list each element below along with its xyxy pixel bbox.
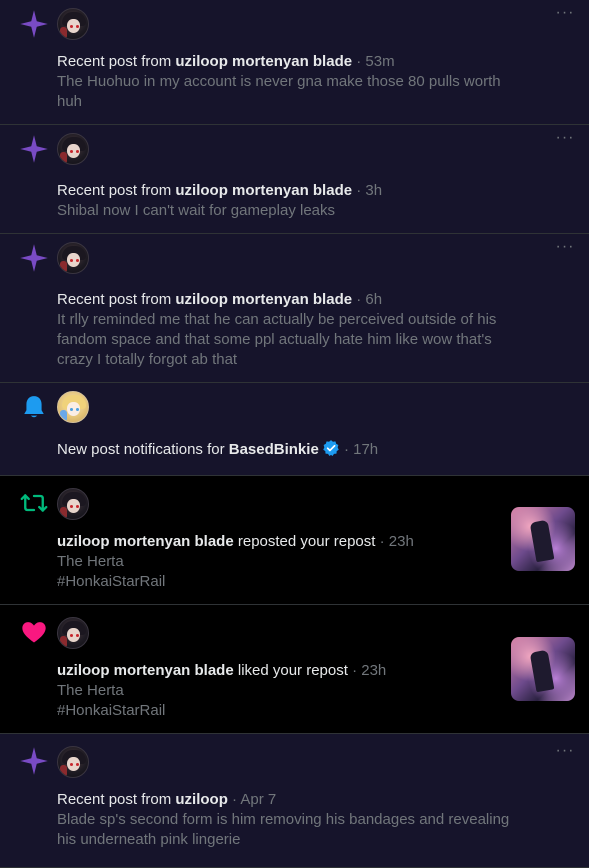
notification-repost[interactable]: uziloop mortenyan blade reposted your re… [0, 476, 589, 605]
post-text-line[interactable]: The Herta [57, 681, 527, 701]
notification-like[interactable]: uziloop mortenyan blade liked your repos… [0, 605, 589, 734]
post-text[interactable]: It rlly reminded me that he can actually… [57, 310, 527, 370]
user-name[interactable]: uziloop [175, 791, 228, 808]
repost-icon [18, 488, 50, 518]
avatar[interactable] [57, 133, 89, 165]
notification-prefix: Recent post from [57, 182, 176, 199]
notification-prefix: Recent post from [57, 791, 176, 808]
notification-recent-post[interactable]: ··· Recent post from uziloop · Apr 7 Bla… [0, 734, 589, 868]
notification-header: Recent post from uziloop mortenyan blade… [57, 181, 382, 201]
notification-header: New post notifications for BasedBinkie ·… [57, 439, 378, 460]
sparkle-icon [18, 9, 50, 39]
avatar[interactable] [57, 488, 89, 520]
post-text-line[interactable]: The Herta [57, 552, 527, 572]
verified-badge-icon [323, 440, 339, 456]
notification-header: Recent post from uziloop · Apr 7 [57, 790, 276, 810]
timestamp: · 23h [375, 533, 414, 550]
notification-header: uziloop mortenyan blade reposted your re… [57, 532, 414, 552]
notification-recent-post[interactable]: ··· Recent post from uziloop mortenyan b… [0, 125, 589, 234]
timestamp: · 53m [352, 53, 395, 70]
user-name[interactable]: BasedBinkie [229, 441, 319, 458]
sparkle-icon [18, 746, 50, 776]
post-text[interactable]: Shibal now I can't wait for gameplay lea… [57, 201, 527, 221]
notification-action: reposted your repost [233, 533, 376, 550]
notification-post-alerts[interactable]: New post notifications for BasedBinkie ·… [0, 383, 589, 476]
avatar[interactable] [57, 8, 89, 40]
hashtag[interactable]: #HonkaiStarRail [57, 572, 527, 592]
sparkle-icon [18, 134, 50, 164]
notification-action: liked your repost [233, 662, 348, 679]
post-text[interactable]: Blade sp's second form is him removing h… [57, 810, 527, 850]
timestamp: · 17h [339, 441, 379, 458]
sparkle-icon [18, 243, 50, 273]
notification-prefix: New post notifications for [57, 441, 229, 458]
more-options-button[interactable]: ··· [555, 239, 575, 256]
timestamp: · 3h [352, 182, 383, 199]
user-name[interactable]: uziloop mortenyan blade [57, 662, 234, 679]
avatar[interactable] [57, 617, 89, 649]
notification-header: Recent post from uziloop mortenyan blade… [57, 290, 382, 310]
avatar[interactable] [57, 391, 89, 423]
user-name[interactable]: uziloop mortenyan blade [175, 182, 352, 199]
post-text[interactable]: The Huohuo in my account is never gna ma… [57, 72, 527, 112]
notification-recent-post[interactable]: ··· Recent post from uziloop mortenyan b… [0, 234, 589, 383]
notification-recent-post[interactable]: ··· Recent post from uziloop mortenyan b… [0, 0, 589, 125]
notification-header: uziloop mortenyan blade liked your repos… [57, 661, 386, 681]
notification-prefix: Recent post from [57, 291, 176, 308]
hashtag[interactable]: #HonkaiStarRail [57, 701, 527, 721]
heart-icon [18, 617, 50, 647]
timestamp: · 6h [352, 291, 383, 308]
avatar[interactable] [57, 242, 89, 274]
timestamp: · 23h [347, 662, 387, 679]
more-options-button[interactable]: ··· [555, 5, 575, 22]
more-options-button[interactable]: ··· [555, 743, 575, 760]
more-options-button[interactable]: ··· [555, 130, 575, 147]
bell-icon [18, 392, 50, 422]
avatar[interactable] [57, 746, 89, 778]
notification-prefix: Recent post from [57, 53, 176, 70]
user-name[interactable]: uziloop mortenyan blade [175, 53, 352, 70]
notifications-feed: ··· Recent post from uziloop mortenyan b… [0, 0, 589, 868]
user-name[interactable]: uziloop mortenyan blade [57, 533, 234, 550]
user-name[interactable]: uziloop mortenyan blade [175, 291, 352, 308]
timestamp: · Apr 7 [227, 791, 277, 808]
notification-header: Recent post from uziloop mortenyan blade… [57, 52, 395, 72]
